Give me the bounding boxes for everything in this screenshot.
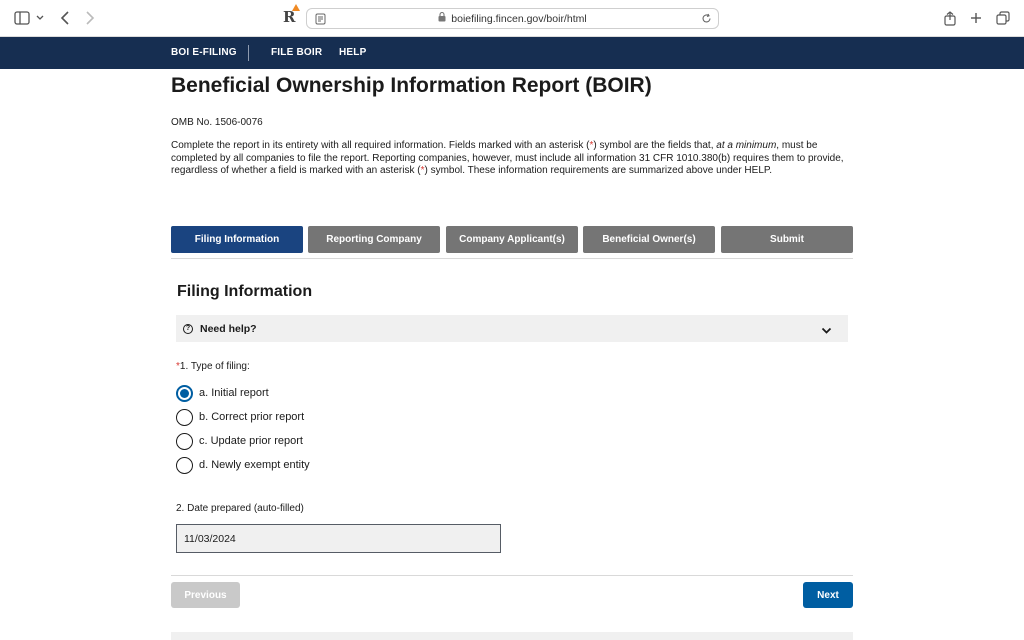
tab-company-applicants[interactable]: Company Applicant(s) <box>446 226 578 253</box>
divider <box>171 258 853 259</box>
address-bar[interactable]: boiefiling.fincen.gov/boir/html <box>306 8 719 29</box>
radio-button[interactable] <box>176 456 193 474</box>
radio-label: c. Update prior report <box>199 435 303 447</box>
radio-initial-report[interactable]: a. Initial report <box>176 384 269 402</box>
radio-label: a. Initial report <box>199 387 269 399</box>
nav-help[interactable]: HELP <box>339 47 366 58</box>
forward-icon[interactable] <box>85 9 95 27</box>
radio-newly-exempt-entity[interactable]: d. Newly exempt entity <box>176 456 310 474</box>
tab-reporting-company[interactable]: Reporting Company <box>308 226 440 253</box>
radio-correct-prior-report[interactable]: b. Correct prior report <box>176 408 304 426</box>
reader-icon[interactable] <box>315 13 326 28</box>
previous-button[interactable]: Previous <box>171 582 240 608</box>
chevron-down-icon[interactable] <box>36 9 44 27</box>
tab-submit[interactable]: Submit <box>721 226 853 253</box>
radio-button[interactable] <box>176 432 193 450</box>
url-text: boiefiling.fincen.gov/boir/html <box>451 12 587 25</box>
section-title: Filing Information <box>177 283 313 300</box>
reload-icon[interactable] <box>701 13 712 27</box>
sidebar-toggle-icon[interactable] <box>14 9 30 27</box>
share-icon[interactable] <box>944 9 956 27</box>
omb-number: OMB No. 1506-0076 <box>171 117 263 128</box>
radio-button[interactable] <box>176 408 193 426</box>
extension-r-icon[interactable]: R <box>283 4 300 26</box>
intro-text: Complete the report in its entirety with… <box>171 140 844 176</box>
tab-beneficial-owners[interactable]: Beneficial Owner(s) <box>583 226 715 253</box>
divider <box>171 575 853 576</box>
type-of-filing-label: *1. Type of filing: <box>176 361 250 372</box>
browser-toolbar: R boiefiling.fincen.gov/boir/html <box>0 0 1024 37</box>
question-icon: ? <box>183 323 193 334</box>
step-tabs: Filing Information Reporting Company Com… <box>171 226 853 253</box>
radio-label: b. Correct prior report <box>199 411 305 423</box>
nav-divider <box>248 45 249 61</box>
page-title: Beneficial Ownership Information Report … <box>171 74 652 97</box>
radio-label: d. Newly exempt entity <box>199 459 310 471</box>
lock-icon <box>438 11 446 25</box>
need-help-label: Need help? <box>200 322 257 335</box>
nav-boi-efiling[interactable]: BOI E-FILING <box>171 47 237 58</box>
nav-file-boir[interactable]: FILE BOIR <box>271 47 322 58</box>
chevron-down-icon[interactable] <box>821 322 832 340</box>
date-prepared-label: 2. Date prepared (auto-filled) <box>176 503 304 514</box>
radio-button[interactable] <box>176 384 193 402</box>
new-tab-icon[interactable] <box>970 9 982 27</box>
need-help-accordion[interactable]: ? Need help? <box>176 315 848 342</box>
next-button[interactable]: Next <box>803 582 853 608</box>
footer-strip <box>171 632 853 640</box>
site-nav: BOI E-FILING FILE BOIR HELP <box>0 37 1024 69</box>
tab-filing-information[interactable]: Filing Information <box>171 226 303 253</box>
date-prepared-field[interactable]: 11/03/2024 <box>176 524 501 553</box>
radio-update-prior-report[interactable]: c. Update prior report <box>176 432 303 450</box>
tab-overview-icon[interactable] <box>996 9 1010 27</box>
back-icon[interactable] <box>60 9 70 27</box>
